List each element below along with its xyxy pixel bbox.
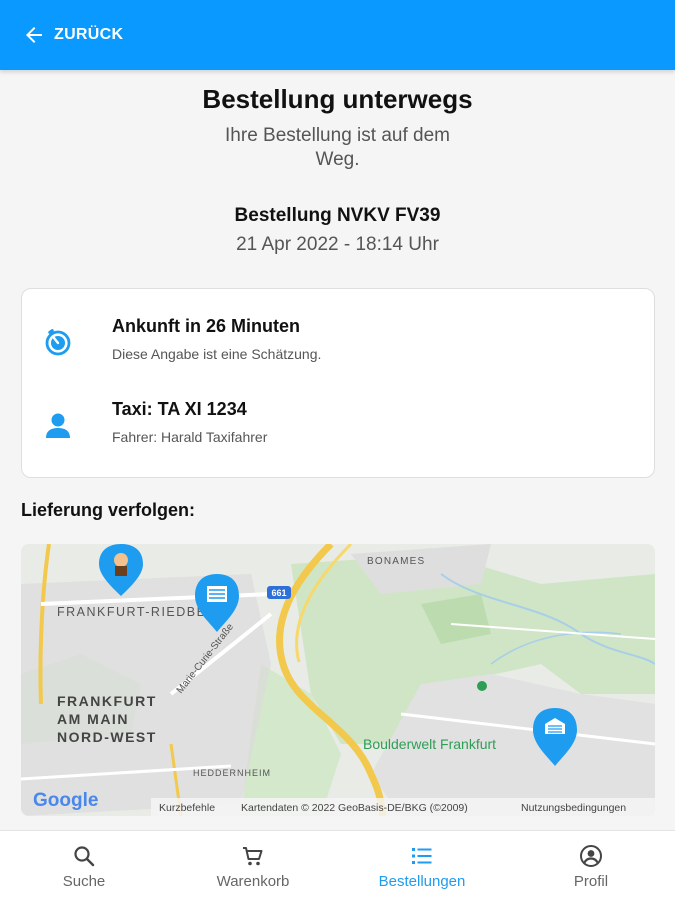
tracking-map[interactable]: 661 FRANKFURT-RIEDBERG FRANKFURT AM MAIN… — [21, 544, 655, 816]
google-logo: Google — [33, 790, 98, 811]
person-icon — [46, 413, 70, 438]
shortcuts-link[interactable]: Kurzbefehle — [159, 802, 215, 814]
terms-link[interactable]: Nutzungsbedingungen — [521, 802, 626, 814]
tab-label: Suche — [62, 873, 106, 890]
arrival-title: Ankunft in 26 Minuten — [112, 316, 300, 336]
map-label-nordwest: FRANKFURT — [57, 693, 157, 709]
taxi-plate: Taxi: TA XI 1234 — [112, 399, 247, 419]
tab-search[interactable]: Suche — [0, 831, 168, 901]
list-icon — [412, 848, 432, 864]
back-button[interactable]: ZURÜCK — [22, 22, 123, 48]
map-poi-dot — [477, 681, 487, 691]
status-subtitle: Ihre Bestellung ist auf dem Weg. — [225, 125, 450, 170]
map-label-heddernheim: HEDDERNHEIM — [193, 768, 271, 778]
cart-icon — [243, 847, 263, 866]
search-icon — [74, 846, 95, 867]
timer-icon — [45, 329, 71, 356]
map-label-bonames: BONAMES — [367, 556, 425, 567]
app-bar: ZURÜCK — [0, 0, 675, 70]
page-title: Bestellung unterwegs — [202, 84, 473, 114]
tab-label: Bestellungen — [378, 873, 466, 890]
map-data-attribution: Kartendaten © 2022 GeoBasis-DE/BKG (©200… — [241, 802, 468, 814]
order-date: 21 Apr 2022 - 18:14 Uhr — [236, 234, 439, 255]
map-label-nordwest: NORD-WEST — [57, 729, 157, 745]
tab-orders[interactable]: Bestellungen — [338, 831, 506, 901]
tab-cart[interactable]: Warenkorb — [169, 831, 337, 901]
arrow-left-icon — [26, 27, 42, 43]
tab-label: Warenkorb — [216, 873, 290, 890]
order-number: Bestellung NVKV FV39 — [234, 205, 441, 226]
map-label-nordwest: AM MAIN — [57, 711, 129, 727]
map-label-poi: Boulderwelt Frankfurt — [363, 736, 496, 752]
arrival-row: Ankunft in 26 Minuten Diese Angabe ist e… — [22, 316, 654, 376]
bottom-tab-bar: Suche Warenkorb Bestellungen Profil — [0, 830, 675, 901]
tab-label: Profil — [573, 873, 609, 890]
profile-icon — [580, 845, 602, 867]
taxi-row: Taxi: TA XI 1234 Fahrer: Harald Taxifahr… — [22, 399, 654, 459]
arrival-note: Diese Angabe ist eine Schätzung. — [112, 346, 322, 362]
road-shield-label: 661 — [271, 588, 286, 598]
back-label: ZURÜCK — [54, 26, 124, 43]
tracking-title: Lieferung verfolgen: — [21, 500, 196, 520]
driver-name: Fahrer: Harald Taxifahrer — [112, 429, 268, 445]
tab-profile[interactable]: Profil — [507, 831, 675, 901]
delivery-info-card: Ankunft in 26 Minuten Diese Angabe ist e… — [21, 288, 655, 478]
